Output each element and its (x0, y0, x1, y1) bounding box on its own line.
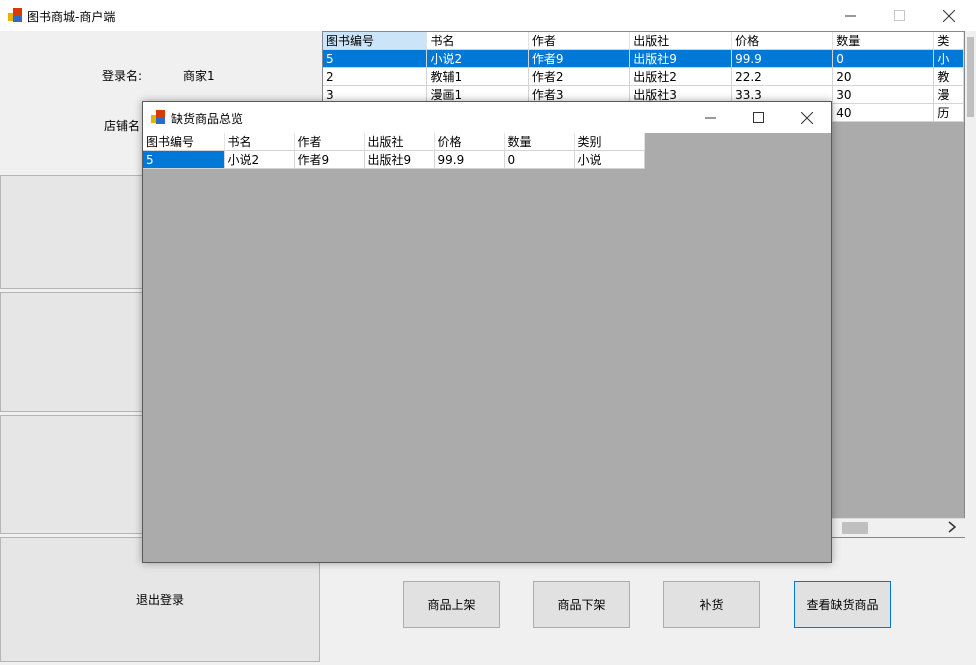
table-row[interactable]: 5 小说2 作者9 出版社9 99.9 0 小 (323, 49, 964, 68)
login-name-label: 登录名: (102, 69, 143, 83)
scroll-thumb[interactable] (842, 522, 868, 534)
books-grid-vertical-scrollbar[interactable] (965, 31, 976, 538)
column-header[interactable]: 出版社 (364, 133, 435, 151)
cell[interactable]: 99.9 (731, 49, 834, 68)
cell[interactable]: 22.2 (731, 67, 834, 86)
dialog-minimize-button[interactable] (687, 102, 733, 133)
app-icon (8, 8, 22, 22)
dialog-title-bar: 缺货商品总览 (143, 102, 831, 133)
view-out-of-stock-button[interactable]: 查看缺货商品 (794, 581, 891, 628)
cell[interactable]: 0 (832, 49, 935, 68)
app-icon (151, 110, 165, 124)
cell[interactable]: 30 (832, 85, 935, 104)
cell[interactable]: 作者2 (528, 67, 631, 86)
cell[interactable]: 99.9 (434, 150, 505, 169)
close-button[interactable] (926, 0, 972, 31)
column-header[interactable]: 类 (933, 32, 964, 50)
shop-name-label: 店铺名 (104, 119, 141, 133)
books-header-row: 图书编号 书名 作者 出版社 价格 数量 类 (323, 32, 964, 50)
cell[interactable]: 出版社2 (629, 67, 733, 86)
maximize-icon (893, 10, 905, 21)
cell[interactable]: 5 (143, 150, 225, 169)
maximize-icon (752, 112, 764, 123)
cell[interactable]: 40 (832, 103, 935, 122)
cell[interactable]: 小说2 (224, 150, 295, 169)
table-row[interactable]: 2 教辅1 作者2 出版社2 22.2 20 教 (323, 67, 964, 86)
main-title-bar: 图书商城-商户端 (0, 0, 976, 31)
list-product-button[interactable]: 商品上架 (403, 581, 500, 628)
cell[interactable]: 作者9 (528, 49, 631, 68)
cell[interactable]: 出版社9 (629, 49, 733, 68)
out-of-stock-header-row: 图书编号 书名 作者 出版社 价格 数量 类别 (143, 133, 645, 151)
cell[interactable]: 作者9 (294, 150, 365, 169)
cell[interactable]: 历 (933, 103, 964, 122)
maximize-button[interactable] (876, 0, 922, 31)
cell[interactable]: 小说2 (426, 49, 529, 68)
out-of-stock-grid[interactable]: 图书编号 书名 作者 出版社 价格 数量 类别 5 小说2 作者9 出版社9 9… (143, 133, 645, 169)
cell[interactable]: 5 (323, 49, 428, 68)
delist-product-button[interactable]: 商品下架 (533, 581, 630, 628)
cell[interactable]: 教 (933, 67, 964, 86)
list-product-button-label: 商品上架 (427, 598, 476, 612)
table-row[interactable]: 5 小说2 作者9 出版社9 99.9 0 小说 (143, 150, 645, 169)
cell[interactable]: 2 (323, 67, 428, 86)
column-header[interactable]: 图书编号 (143, 133, 225, 151)
column-header[interactable]: 价格 (731, 32, 834, 50)
column-header[interactable]: 图书编号 (323, 32, 428, 50)
restock-button-label: 补货 (699, 598, 724, 612)
close-icon (801, 111, 813, 124)
out-of-stock-dialog: 缺货商品总览 图书编号 书名 作者 出版社 价格 数量 类别 5 小说2 作者9… (142, 101, 832, 563)
chevron-right-icon[interactable] (947, 521, 957, 536)
column-header[interactable]: 书名 (426, 32, 529, 50)
column-header[interactable]: 作者 (294, 133, 365, 151)
cell[interactable]: 漫 (933, 85, 964, 104)
dialog-maximize-button[interactable] (735, 102, 781, 133)
out-of-stock-table: 图书编号 书名 作者 出版社 价格 数量 类别 5 小说2 作者9 出版社9 9… (143, 133, 645, 169)
cell[interactable]: 小 (933, 49, 964, 68)
column-header[interactable]: 作者 (528, 32, 631, 50)
minimize-icon (704, 117, 716, 119)
dialog-title: 缺货商品总览 (171, 112, 244, 126)
cell[interactable]: 0 (504, 150, 575, 169)
cell[interactable]: 出版社9 (364, 150, 435, 169)
column-header[interactable]: 类别 (574, 133, 645, 151)
column-header[interactable]: 数量 (832, 32, 935, 50)
restock-button[interactable]: 补货 (663, 581, 760, 628)
column-header[interactable]: 数量 (504, 133, 575, 151)
column-header[interactable]: 出版社 (629, 32, 733, 50)
minimize-button[interactable] (827, 0, 873, 31)
logout-button-label: 退出登录 (135, 593, 184, 607)
scroll-thumb[interactable] (967, 37, 974, 117)
main-window-title: 图书商城-商户端 (27, 10, 116, 24)
minimize-icon (844, 15, 856, 17)
close-icon (943, 9, 955, 22)
column-header[interactable]: 价格 (434, 133, 505, 151)
cell[interactable]: 教辅1 (426, 67, 529, 86)
dialog-close-button[interactable] (784, 102, 830, 133)
cell[interactable]: 20 (832, 67, 935, 86)
cell[interactable]: 小说 (574, 150, 645, 169)
login-name-value: 商家1 (183, 69, 215, 83)
delist-product-button-label: 商品下架 (557, 598, 606, 612)
view-out-of-stock-button-label: 查看缺货商品 (806, 598, 879, 612)
column-header[interactable]: 书名 (224, 133, 295, 151)
